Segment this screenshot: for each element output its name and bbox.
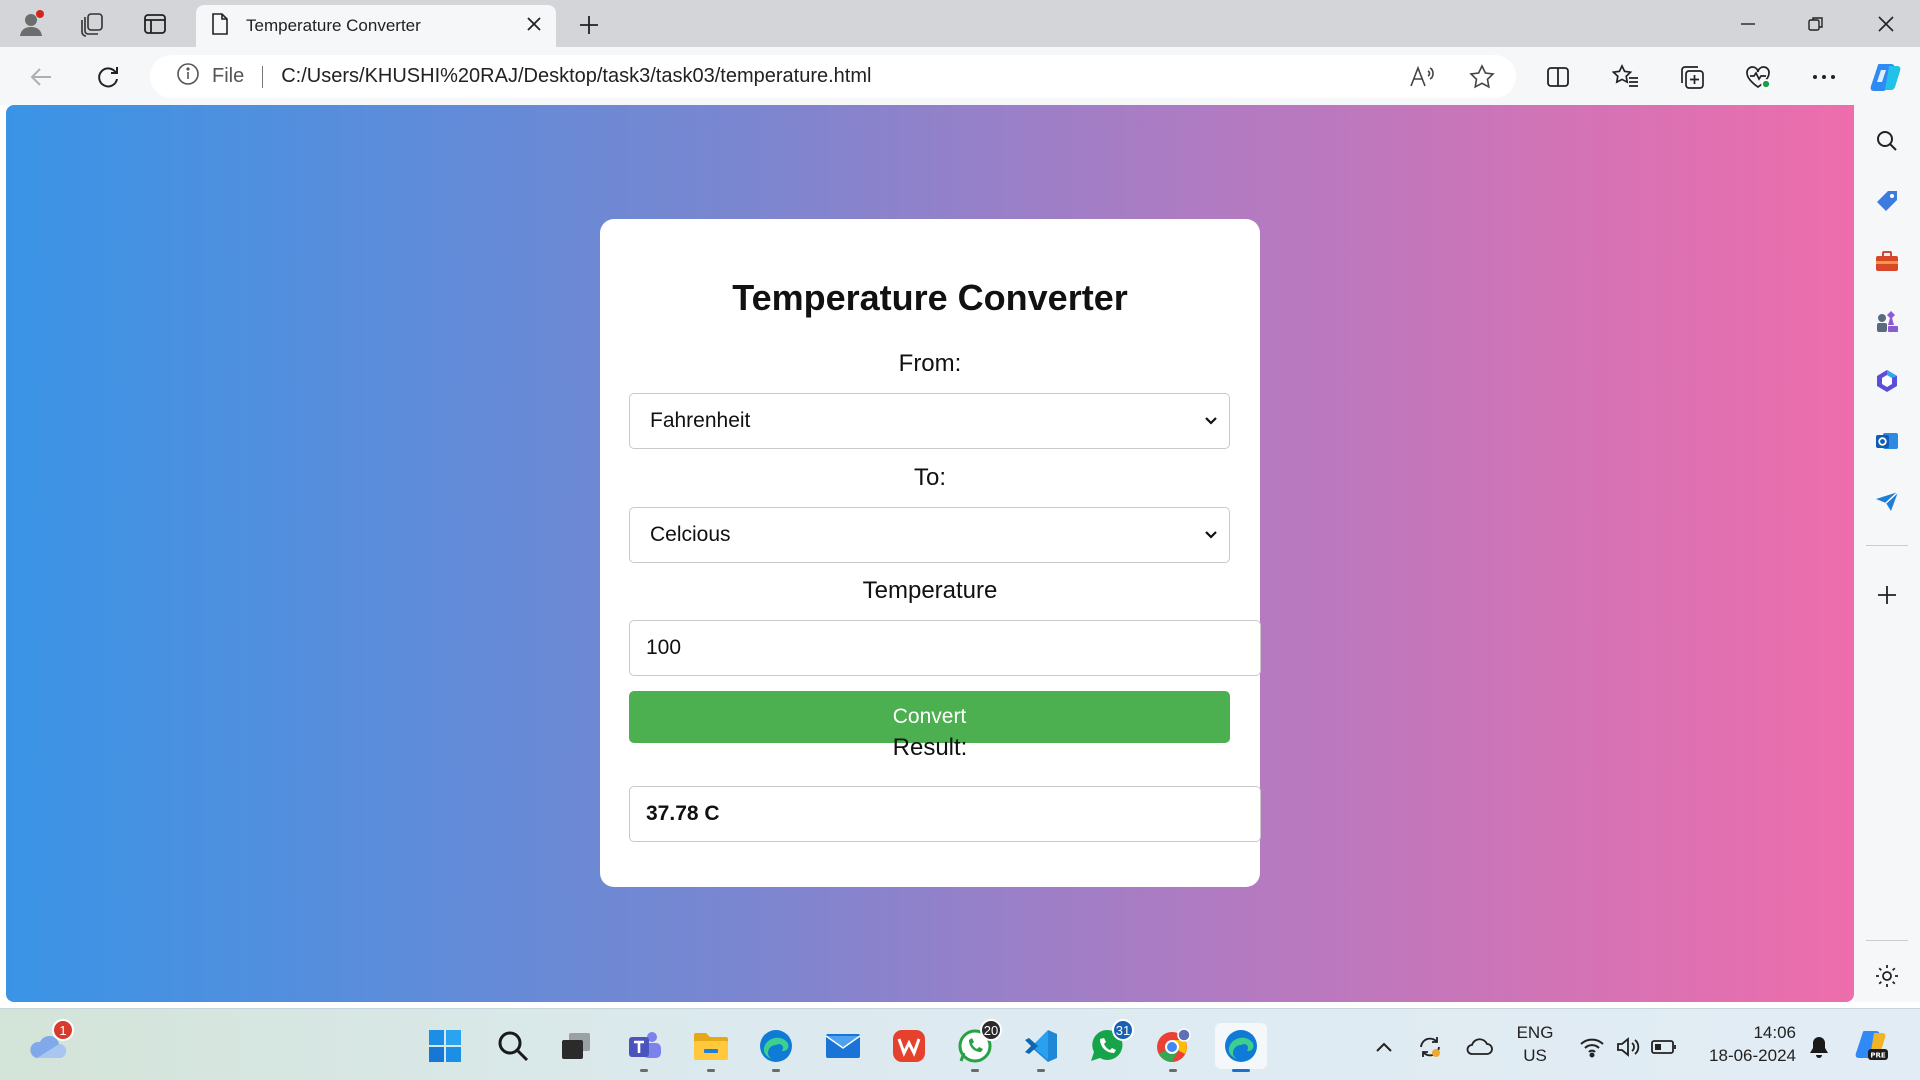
url-text[interactable]: C:/Users/KHUSHI%20RAJ/Desktop/task3/task… (281, 65, 871, 88)
microsoft365-icon[interactable] (1869, 363, 1905, 399)
chevron-up-icon[interactable] (1370, 1033, 1398, 1061)
running-indicator (640, 1069, 648, 1072)
favorites-icon[interactable] (1608, 59, 1644, 95)
page-title: Temperature Converter (732, 277, 1128, 318)
running-indicator (707, 1069, 715, 1072)
running-indicator (1169, 1069, 1177, 1072)
vscode-icon[interactable] (1018, 1023, 1064, 1072)
result-label: Result: (892, 734, 968, 761)
from-label: From: (898, 350, 962, 377)
weather-badge: 1 (52, 1019, 74, 1041)
address-divider (262, 65, 264, 88)
wifi-icon[interactable] (1578, 1033, 1606, 1061)
battery-icon[interactable] (1650, 1033, 1678, 1061)
svg-text:PRE: PRE (1870, 1052, 1886, 1060)
window-close-icon[interactable] (1858, 4, 1914, 44)
browser-essentials-icon[interactable] (1740, 59, 1776, 95)
close-icon[interactable] (526, 16, 542, 37)
temperature-label: Temperature (862, 577, 998, 604)
edge-icon[interactable] (753, 1023, 799, 1072)
chevron-down-icon (1203, 524, 1219, 548)
info-icon[interactable] (176, 62, 200, 91)
more-icon[interactable] (1806, 59, 1842, 95)
split-screen-icon[interactable] (1540, 59, 1576, 95)
page-icon (210, 12, 230, 41)
clock-date[interactable]: 18-06-2024 (1690, 1046, 1796, 1066)
task-view-icon[interactable] (553, 1023, 599, 1069)
teams-icon[interactable] (621, 1023, 667, 1072)
language-label[interactable]: ENG (1512, 1023, 1558, 1043)
from-select[interactable]: Fahrenheit (629, 393, 1230, 449)
weather-icon[interactable]: 1 (24, 1019, 74, 1069)
start-icon[interactable] (422, 1023, 468, 1069)
edge-active-icon[interactable] (1215, 1023, 1267, 1072)
result-value: 37.78 C (646, 802, 720, 825)
bell-icon[interactable] (1805, 1033, 1833, 1061)
tools-icon[interactable] (1869, 243, 1905, 279)
onedrive-icon[interactable] (1465, 1033, 1493, 1061)
to-select-value: Celcious (650, 523, 731, 546)
volume-icon[interactable] (1614, 1033, 1642, 1061)
active-tab[interactable]: Temperature Converter (196, 5, 556, 47)
file-explorer-icon[interactable] (688, 1023, 734, 1072)
running-indicator (772, 1069, 780, 1072)
refresh-icon[interactable] (90, 59, 126, 95)
address-bar[interactable]: File C:/Users/KHUSHI%20RAJ/Desktop/task3… (150, 55, 1516, 98)
vertical-tabs-icon[interactable] (138, 7, 172, 41)
minimize-icon[interactable] (1720, 4, 1776, 44)
read-aloud-icon[interactable] (1406, 61, 1438, 93)
scheme-label: File (212, 65, 245, 87)
page-viewport: Temperature Converter From: Fahrenheit T… (6, 105, 1854, 1002)
whatsapp-beta-icon[interactable]: 31 (1084, 1019, 1134, 1069)
chrome-icon[interactable] (1150, 1023, 1196, 1072)
send-icon[interactable] (1869, 483, 1905, 519)
new-tab-icon[interactable] (572, 8, 606, 42)
converter-card: Temperature Converter From: Fahrenheit T… (600, 219, 1261, 887)
sidebar-divider (1866, 545, 1908, 546)
copilot-pre-icon[interactable]: PRE (1854, 1027, 1890, 1063)
tab-title: Temperature Converter (246, 16, 421, 35)
sync-icon[interactable] (1416, 1033, 1444, 1061)
region-label[interactable]: US (1512, 1046, 1558, 1066)
restore-icon[interactable] (1788, 4, 1844, 44)
whatsapp-icon[interactable]: 20 (952, 1019, 1002, 1072)
sidebar-divider (1866, 940, 1908, 941)
outlook-icon[interactable] (1869, 423, 1905, 459)
mail-icon[interactable] (820, 1023, 866, 1069)
add-icon[interactable] (1869, 577, 1905, 613)
wps-icon[interactable] (886, 1023, 932, 1069)
browser-toolbar: File C:/Users/KHUSHI%20RAJ/Desktop/task3… (0, 47, 1920, 105)
to-select[interactable]: Celcious (629, 507, 1230, 563)
running-indicator (1037, 1069, 1045, 1072)
tab-bar: Temperature Converter (0, 0, 1920, 47)
games-icon[interactable] (1869, 303, 1905, 339)
search-icon[interactable] (490, 1023, 536, 1069)
collections-icon[interactable] (1674, 59, 1710, 95)
workspaces-icon[interactable] (76, 7, 110, 41)
settings-icon[interactable] (1869, 958, 1905, 994)
result-field: 37.78 C (629, 786, 1261, 842)
edge-sidebar (1854, 105, 1920, 1002)
temperature-input[interactable]: 100 (629, 620, 1261, 676)
chevron-down-icon (1203, 410, 1219, 434)
to-label: To: (913, 464, 946, 491)
copilot-icon[interactable] (1868, 59, 1904, 95)
clock-time[interactable]: 14:06 (1690, 1023, 1796, 1043)
from-select-value: Fahrenheit (650, 409, 751, 432)
favorite-star-icon[interactable] (1466, 61, 1498, 93)
whatsapp-beta-badge: 31 (1112, 1019, 1134, 1041)
temperature-input-value: 100 (646, 636, 682, 659)
running-indicator (1232, 1069, 1250, 1072)
windows-taskbar: 1 20 31 ENG US 14:06 18-06-2024 PRE (0, 1008, 1920, 1080)
whatsapp-badge: 20 (980, 1019, 1002, 1041)
shopping-icon[interactable] (1869, 183, 1905, 219)
search-icon[interactable] (1869, 123, 1905, 159)
back-icon[interactable] (24, 59, 60, 95)
running-indicator (971, 1069, 979, 1072)
profile-icon[interactable] (14, 7, 48, 41)
